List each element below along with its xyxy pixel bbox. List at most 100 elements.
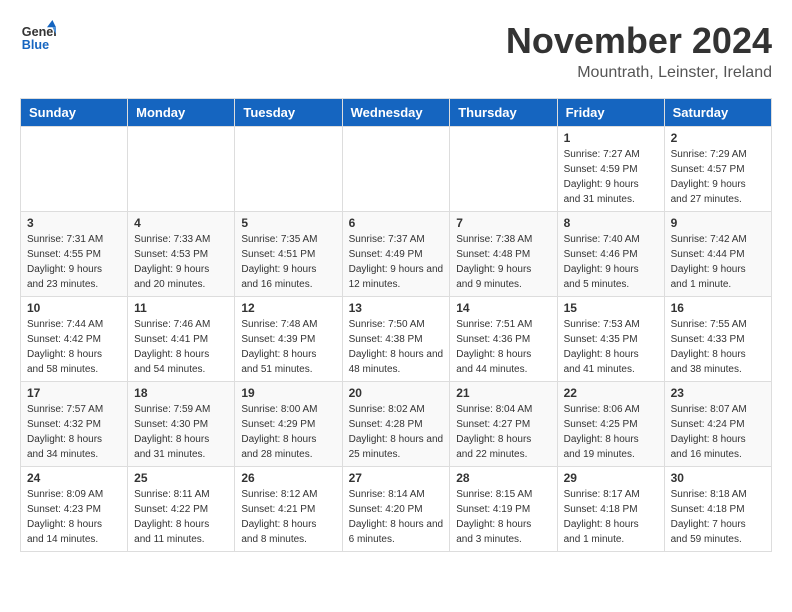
day-info: Sunrise: 8:14 AM Sunset: 4:20 PM Dayligh… [349, 487, 444, 547]
day-info: Sunrise: 8:02 AM Sunset: 4:28 PM Dayligh… [349, 402, 444, 462]
day-number: 23 [671, 386, 765, 400]
day-number: 7 [456, 216, 550, 230]
day-number: 26 [241, 471, 335, 485]
day-number: 11 [134, 301, 228, 315]
day-number: 19 [241, 386, 335, 400]
calendar-cell [21, 127, 128, 212]
day-number: 30 [671, 471, 765, 485]
day-info: Sunrise: 7:44 AM Sunset: 4:42 PM Dayligh… [27, 317, 121, 377]
week-row-3: 10 Sunrise: 7:44 AM Sunset: 4:42 PM Dayli… [21, 297, 772, 382]
day-number: 28 [456, 471, 550, 485]
week-row-1: 1 Sunrise: 7:27 AM Sunset: 4:59 PM Daylig… [21, 127, 772, 212]
calendar-cell: 14Sunrise: 7:51 AM Sunset: 4:36 PM Dayli… [450, 297, 557, 382]
calendar-cell: 18 Sunrise: 7:59 AM Sunset: 4:30 PM Dayli… [128, 382, 235, 467]
day-number: 20 [349, 386, 444, 400]
calendar-cell: 15 Sunrise: 7:53 AM Sunset: 4:35 PM Dayli… [557, 297, 664, 382]
day-info: Sunrise: 8:00 AM Sunset: 4:29 PM Dayligh… [241, 402, 335, 462]
calendar-cell: 8 Sunrise: 7:40 AM Sunset: 4:46 PM Daylig… [557, 212, 664, 297]
logo-icon: General Blue [20, 20, 56, 56]
calendar-cell: 16 Sunrise: 7:55 AM Sunset: 4:33 PM Dayli… [664, 297, 771, 382]
day-info: Sunrise: 7:38 AM Sunset: 4:48 PM Dayligh… [456, 232, 550, 292]
day-info: Sunrise: 7:37 AM Sunset: 4:49 PM Dayligh… [349, 232, 444, 292]
day-info: Sunrise: 7:27 AM Sunset: 4:59 PM Dayligh… [564, 147, 658, 207]
calendar-cell: 1 Sunrise: 7:27 AM Sunset: 4:59 PM Daylig… [557, 127, 664, 212]
day-info: Sunrise: 7:51 AM Sunset: 4:36 PM Dayligh… [456, 317, 550, 377]
day-info: Sunrise: 8:17 AM Sunset: 4:18 PM Dayligh… [564, 487, 658, 547]
calendar-cell [128, 127, 235, 212]
location-title: Mountrath, Leinster, Ireland [506, 64, 772, 82]
day-info: Sunrise: 7:40 AM Sunset: 4:46 PM Dayligh… [564, 232, 658, 292]
day-number: 2 [671, 131, 765, 145]
calendar-cell: 2 Sunrise: 7:29 AM Sunset: 4:57 PM Daylig… [664, 127, 771, 212]
day-info: Sunrise: 7:33 AM Sunset: 4:53 PM Dayligh… [134, 232, 228, 292]
header-sunday: Sunday [21, 99, 128, 127]
day-number: 1 [564, 131, 658, 145]
day-info: Sunrise: 8:06 AM Sunset: 4:25 PM Dayligh… [564, 402, 658, 462]
day-info: Sunrise: 7:50 AM Sunset: 4:38 PM Dayligh… [349, 317, 444, 377]
day-number: 4 [134, 216, 228, 230]
calendar-cell: 7 Sunrise: 7:38 AM Sunset: 4:48 PM Daylig… [450, 212, 557, 297]
day-number: 18 [134, 386, 228, 400]
title-area: November 2024 Mountrath, Leinster, Irela… [506, 20, 772, 82]
calendar-cell: 12Sunrise: 7:48 AM Sunset: 4:39 PM Dayli… [235, 297, 342, 382]
calendar-cell [450, 127, 557, 212]
calendar-cell: 11Sunrise: 7:46 AM Sunset: 4:41 PM Dayli… [128, 297, 235, 382]
calendar-cell: 28 Sunrise: 8:15 AM Sunset: 4:19 PM Dayli… [450, 467, 557, 552]
day-info: Sunrise: 7:53 AM Sunset: 4:35 PM Dayligh… [564, 317, 658, 377]
day-info: Sunrise: 8:15 AM Sunset: 4:19 PM Dayligh… [456, 487, 550, 547]
calendar-cell: 29 Sunrise: 8:17 AM Sunset: 4:18 PM Dayli… [557, 467, 664, 552]
day-info: Sunrise: 8:18 AM Sunset: 4:18 PM Dayligh… [671, 487, 765, 547]
day-number: 15 [564, 301, 658, 315]
day-info: Sunrise: 8:09 AM Sunset: 4:23 PM Dayligh… [27, 487, 121, 547]
day-number: 22 [564, 386, 658, 400]
calendar-cell: 3 Sunrise: 7:31 AM Sunset: 4:55 PM Daylig… [21, 212, 128, 297]
day-number: 8 [564, 216, 658, 230]
header-friday: Friday [557, 99, 664, 127]
day-number: 29 [564, 471, 658, 485]
day-info: Sunrise: 7:55 AM Sunset: 4:33 PM Dayligh… [671, 317, 765, 377]
calendar-cell: 27Sunrise: 8:14 AM Sunset: 4:20 PM Dayli… [342, 467, 450, 552]
day-info: Sunrise: 7:29 AM Sunset: 4:57 PM Dayligh… [671, 147, 765, 207]
week-row-2: 3 Sunrise: 7:31 AM Sunset: 4:55 PM Daylig… [21, 212, 772, 297]
calendar-cell: 5Sunrise: 7:35 AM Sunset: 4:51 PM Daylig… [235, 212, 342, 297]
day-number: 16 [671, 301, 765, 315]
day-info: Sunrise: 8:11 AM Sunset: 4:22 PM Dayligh… [134, 487, 228, 547]
day-info: Sunrise: 7:35 AM Sunset: 4:51 PM Dayligh… [241, 232, 335, 292]
week-row-5: 24 Sunrise: 8:09 AM Sunset: 4:23 PM Dayli… [21, 467, 772, 552]
calendar-cell: 20 Sunrise: 8:02 AM Sunset: 4:28 PM Dayli… [342, 382, 450, 467]
day-info: Sunrise: 7:57 AM Sunset: 4:32 PM Dayligh… [27, 402, 121, 462]
calendar-cell: 6Sunrise: 7:37 AM Sunset: 4:49 PM Daylig… [342, 212, 450, 297]
calendar-cell: 22 Sunrise: 8:06 AM Sunset: 4:25 PM Dayli… [557, 382, 664, 467]
day-info: Sunrise: 7:59 AM Sunset: 4:30 PM Dayligh… [134, 402, 228, 462]
month-title: November 2024 [506, 20, 772, 62]
week-row-4: 17 Sunrise: 7:57 AM Sunset: 4:32 PM Dayli… [21, 382, 772, 467]
calendar-cell: 25Sunrise: 8:11 AM Sunset: 4:22 PM Dayli… [128, 467, 235, 552]
day-info: Sunrise: 7:42 AM Sunset: 4:44 PM Dayligh… [671, 232, 765, 292]
header-wednesday: Wednesday [342, 99, 450, 127]
day-info: Sunrise: 8:12 AM Sunset: 4:21 PM Dayligh… [241, 487, 335, 547]
calendar-cell: 9 Sunrise: 7:42 AM Sunset: 4:44 PM Daylig… [664, 212, 771, 297]
day-number: 9 [671, 216, 765, 230]
day-number: 13 [349, 301, 444, 315]
calendar-cell: 17 Sunrise: 7:57 AM Sunset: 4:32 PM Dayli… [21, 382, 128, 467]
page-header: General Blue November 2024 Mountrath, Le… [20, 20, 772, 82]
day-info: Sunrise: 7:48 AM Sunset: 4:39 PM Dayligh… [241, 317, 335, 377]
day-number: 24 [27, 471, 121, 485]
calendar-cell [342, 127, 450, 212]
header-monday: Monday [128, 99, 235, 127]
calendar-table: SundayMondayTuesdayWednesdayThursdayFrid… [20, 98, 772, 552]
calendar-cell: 30 Sunrise: 8:18 AM Sunset: 4:18 PM Dayli… [664, 467, 771, 552]
day-info: Sunrise: 7:31 AM Sunset: 4:55 PM Dayligh… [27, 232, 121, 292]
day-info: Sunrise: 8:07 AM Sunset: 4:24 PM Dayligh… [671, 402, 765, 462]
calendar-cell: 10 Sunrise: 7:44 AM Sunset: 4:42 PM Dayli… [21, 297, 128, 382]
day-number: 10 [27, 301, 121, 315]
svg-text:Blue: Blue [22, 38, 49, 52]
calendar-cell: 23 Sunrise: 8:07 AM Sunset: 4:24 PM Dayli… [664, 382, 771, 467]
calendar-cell: 4 Sunrise: 7:33 AM Sunset: 4:53 PM Daylig… [128, 212, 235, 297]
day-number: 21 [456, 386, 550, 400]
day-number: 17 [27, 386, 121, 400]
calendar-cell: 13 Sunrise: 7:50 AM Sunset: 4:38 PM Dayli… [342, 297, 450, 382]
header-tuesday: Tuesday [235, 99, 342, 127]
day-number: 3 [27, 216, 121, 230]
calendar-cell: 21Sunrise: 8:04 AM Sunset: 4:27 PM Dayli… [450, 382, 557, 467]
